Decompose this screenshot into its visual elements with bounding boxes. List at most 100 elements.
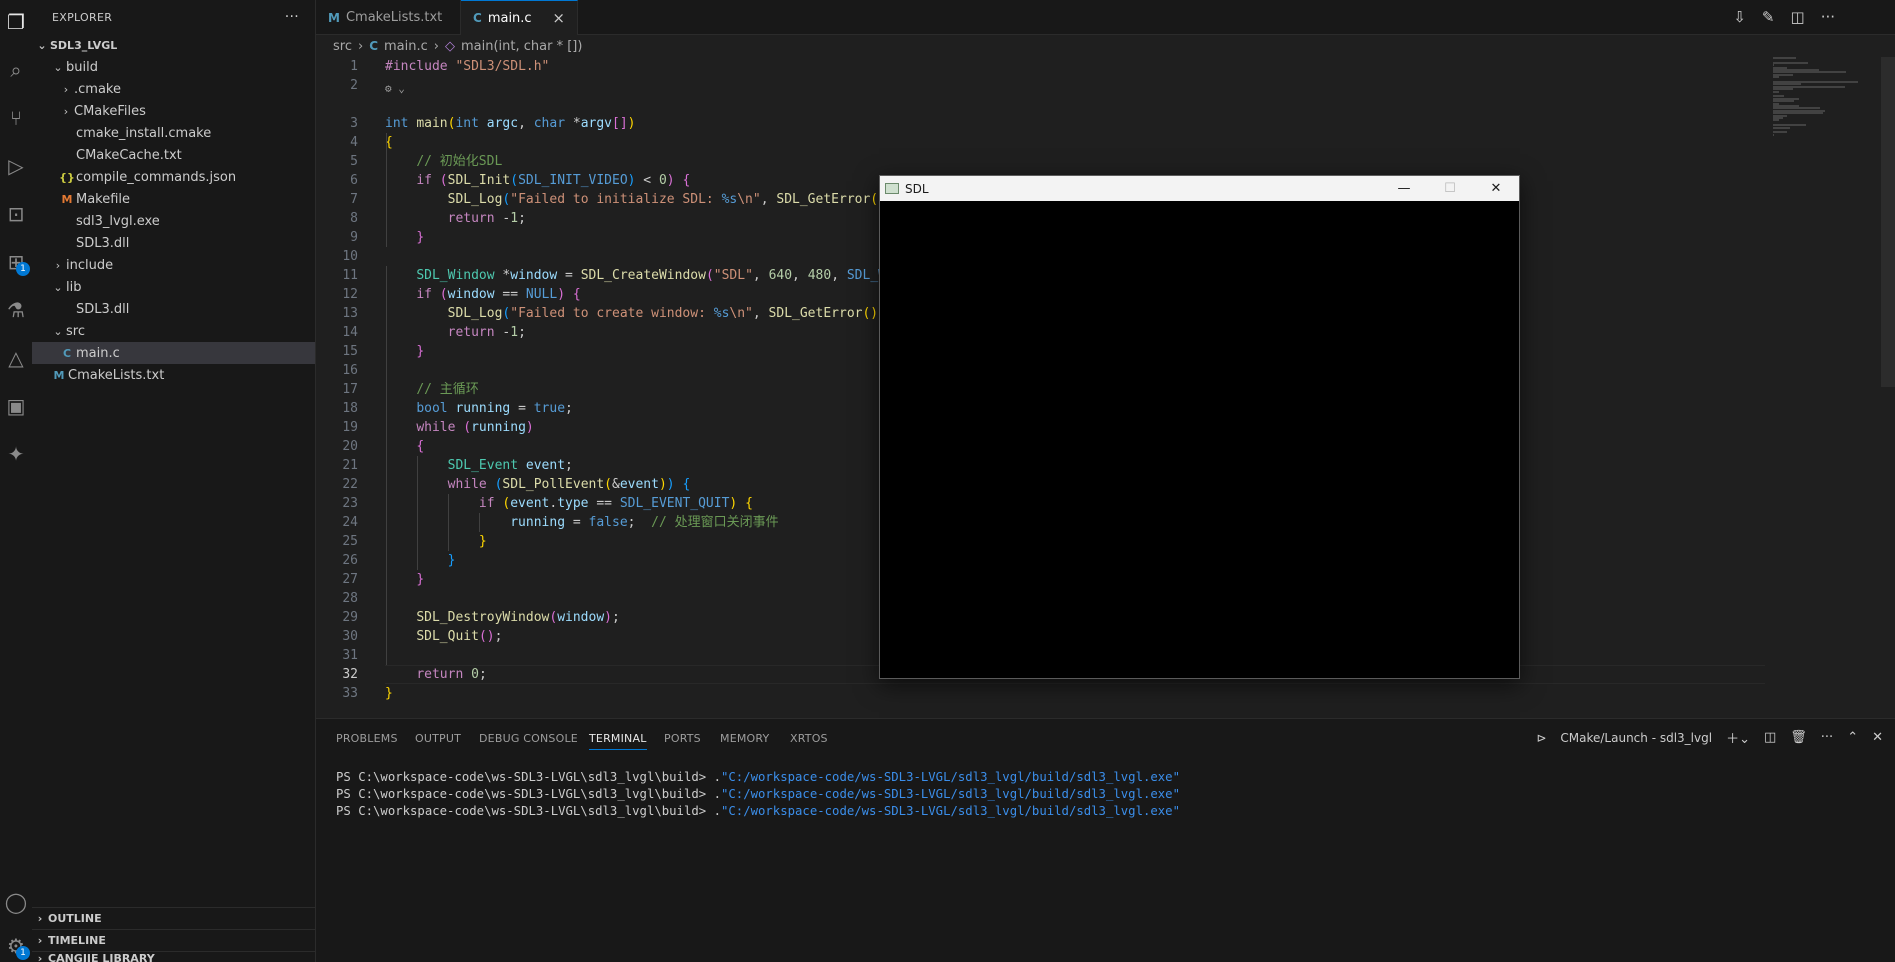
code-line[interactable]: bool running = true; bbox=[385, 399, 573, 418]
download-icon[interactable]: ⇩ bbox=[1733, 8, 1746, 26]
maximize-panel-icon[interactable]: ⌃ bbox=[1847, 730, 1858, 745]
tree-item[interactable]: cmake_install.cmake bbox=[32, 122, 315, 144]
makefile-icon: M bbox=[61, 192, 73, 206]
minimap[interactable] bbox=[1771, 57, 1881, 157]
puzzle-icon[interactable]: ✦ bbox=[0, 436, 32, 472]
explorer-sidebar: EXPLORER ··· ⌄ SDL3_LVGL ⌄ build › .cmake › C… bbox=[32, 0, 316, 962]
tab-debug-console[interactable]: DEBUG CONSOLE bbox=[479, 732, 578, 745]
code-line[interactable]: int main(int argc, char *argv[]) bbox=[385, 114, 636, 133]
timeline-section[interactable]: › TIMELINE bbox=[32, 929, 315, 951]
code-line[interactable]: if (window == NULL) { bbox=[385, 285, 580, 304]
tab-xrtos[interactable]: XRTOS bbox=[790, 732, 828, 745]
codelens-icon[interactable]: ⚙ ⌄ bbox=[385, 79, 405, 98]
terminal-name[interactable]: CMake/Launch - sdl3_lvgl bbox=[1560, 731, 1712, 745]
chip-icon[interactable]: ▣ bbox=[0, 388, 32, 424]
code-line[interactable]: } bbox=[385, 570, 424, 589]
tree-item[interactable]: › include bbox=[32, 254, 315, 276]
close-panel-icon[interactable]: ✕ bbox=[1872, 730, 1883, 745]
outline-section[interactable]: › OUTLINE bbox=[32, 907, 315, 929]
cmake-file-icon: M bbox=[53, 368, 65, 382]
tab-problems[interactable]: PROBLEMS bbox=[336, 732, 398, 745]
sdl-window[interactable]: SDL — ☐ ✕ bbox=[879, 175, 1520, 679]
breadcrumb-folder[interactable]: src bbox=[333, 39, 352, 54]
close-tab-icon[interactable]: × bbox=[552, 9, 565, 27]
code-line[interactable]: } bbox=[385, 532, 487, 551]
code-line[interactable]: SDL_Log("Failed to initialize SDL: %s\n"… bbox=[385, 190, 902, 209]
tab-terminal[interactable]: TERMINAL bbox=[589, 732, 647, 750]
tab-memory[interactable]: MEMORY bbox=[720, 732, 769, 745]
explorer-icon[interactable]: ❐ bbox=[0, 4, 32, 40]
account-icon[interactable]: ◯ bbox=[0, 884, 32, 920]
tab-output[interactable]: OUTPUT bbox=[415, 732, 461, 745]
tree-item[interactable]: ⌄ lib bbox=[32, 276, 315, 298]
breadcrumb-symbol[interactable]: main(int, char * []) bbox=[461, 39, 582, 54]
run-debug-icon[interactable]: ▷ bbox=[0, 148, 32, 184]
code-line[interactable]: } bbox=[385, 228, 424, 247]
tab-ports[interactable]: PORTS bbox=[664, 732, 701, 745]
code-line[interactable]: SDL_DestroyWindow(window); bbox=[385, 608, 620, 627]
more-actions-icon[interactable]: ··· bbox=[1821, 8, 1835, 26]
code-line[interactable]: } bbox=[385, 342, 424, 361]
code-line[interactable]: while (running) bbox=[385, 418, 533, 437]
close-button[interactable]: ✕ bbox=[1473, 176, 1519, 201]
editor-scrollbar[interactable] bbox=[1881, 57, 1895, 717]
code-line[interactable]: if (event.type == SDL_EVENT_QUIT) { bbox=[385, 494, 753, 513]
maximize-button[interactable]: ☐ bbox=[1427, 176, 1473, 201]
sdl-canvas[interactable] bbox=[880, 201, 1519, 678]
tree-item[interactable]: › .cmake bbox=[32, 78, 315, 100]
tab-main-c[interactable]: C main.c × bbox=[461, 0, 578, 35]
tree-item[interactable]: ⌄ src bbox=[32, 320, 315, 342]
testing-icon[interactable]: ⚗ bbox=[0, 292, 32, 328]
new-terminal-icon[interactable]: ＋⌄ bbox=[1726, 728, 1750, 747]
code-line[interactable]: } bbox=[385, 551, 456, 570]
tree-item-label: CMakeFiles bbox=[74, 103, 146, 119]
line-number: 25 bbox=[342, 534, 358, 549]
code-line[interactable]: } bbox=[385, 684, 393, 703]
remote-explorer-icon[interactable]: ⊡ bbox=[0, 196, 32, 232]
code-line[interactable]: // 初始化SDL bbox=[385, 152, 502, 171]
chevron-right-icon: › bbox=[63, 104, 69, 118]
scrollbar-thumb[interactable] bbox=[1881, 57, 1895, 387]
workspace-root[interactable]: ⌄ SDL3_LVGL bbox=[32, 34, 315, 56]
tree-item[interactable]: {} compile_commands.json bbox=[32, 166, 315, 188]
chevron-down-icon: ⌄ bbox=[37, 38, 47, 52]
split-editor-icon[interactable]: ◫ bbox=[1791, 8, 1805, 26]
code-line[interactable]: while (SDL_PollEvent(&event)) { bbox=[385, 475, 691, 494]
manage-gear-icon[interactable]: ⚙ 1 bbox=[0, 928, 32, 962]
code-line[interactable]: SDL_Event event; bbox=[385, 456, 573, 475]
trash-icon[interactable]: 🗑 bbox=[1790, 730, 1807, 745]
code-line[interactable]: { bbox=[385, 437, 424, 456]
code-line[interactable]: return -1; bbox=[385, 209, 526, 228]
sdl-titlebar[interactable]: SDL — ☐ ✕ bbox=[880, 176, 1519, 201]
code-line[interactable]: if (SDL_Init(SDL_INIT_VIDEO) < 0) { bbox=[385, 171, 690, 190]
tree-item[interactable]: sdl3_lvgl.exe bbox=[32, 210, 315, 232]
tree-item[interactable]: ⌄ build bbox=[32, 56, 315, 78]
code-line[interactable]: SDL_Quit(); bbox=[385, 627, 502, 646]
extensions-icon[interactable]: ⊞ 1 bbox=[0, 244, 32, 280]
code-line[interactable]: return 0; bbox=[385, 665, 486, 684]
terminal-cmd: . bbox=[713, 804, 721, 818]
code-line[interactable]: #include "SDL3/SDL.h" bbox=[385, 57, 549, 76]
more-actions-icon[interactable]: ··· bbox=[1821, 730, 1833, 745]
source-control-icon[interactable]: ⑂ bbox=[0, 100, 32, 136]
minimize-button[interactable]: — bbox=[1381, 176, 1427, 201]
tab-cmakelists[interactable]: M CmakeLists.txt bbox=[316, 0, 461, 35]
cangjie-library-section[interactable]: › CANGJIE LIBRARY bbox=[32, 951, 315, 962]
more-actions-icon[interactable]: ··· bbox=[285, 9, 299, 25]
split-terminal-icon[interactable]: ◫ bbox=[1764, 730, 1776, 745]
tree-item[interactable]: SDL3.dll bbox=[32, 298, 315, 320]
breadcrumb-file[interactable]: main.c bbox=[384, 39, 428, 54]
cmake-icon[interactable]: △ bbox=[0, 340, 32, 376]
edit-icon[interactable]: ✎ bbox=[1762, 8, 1775, 26]
code-line[interactable]: SDL_Log("Failed to create window: %s\n",… bbox=[385, 304, 894, 323]
tree-item[interactable]: CMakeCache.txt bbox=[32, 144, 315, 166]
code-line[interactable]: return -1; bbox=[385, 323, 526, 342]
code-line[interactable]: running = false; // 处理窗口关闭事件 bbox=[385, 513, 778, 532]
tree-item[interactable]: Cmain.c bbox=[32, 342, 315, 364]
tree-item[interactable]: SDL3.dll bbox=[32, 232, 315, 254]
tree-item[interactable]: M Makefile bbox=[32, 188, 315, 210]
search-icon[interactable]: ⌕ bbox=[0, 52, 32, 88]
tree-item[interactable]: M CmakeLists.txt bbox=[32, 364, 315, 386]
code-line[interactable]: // 主循环 bbox=[385, 380, 478, 399]
tree-item[interactable]: › CMakeFiles bbox=[32, 100, 315, 122]
